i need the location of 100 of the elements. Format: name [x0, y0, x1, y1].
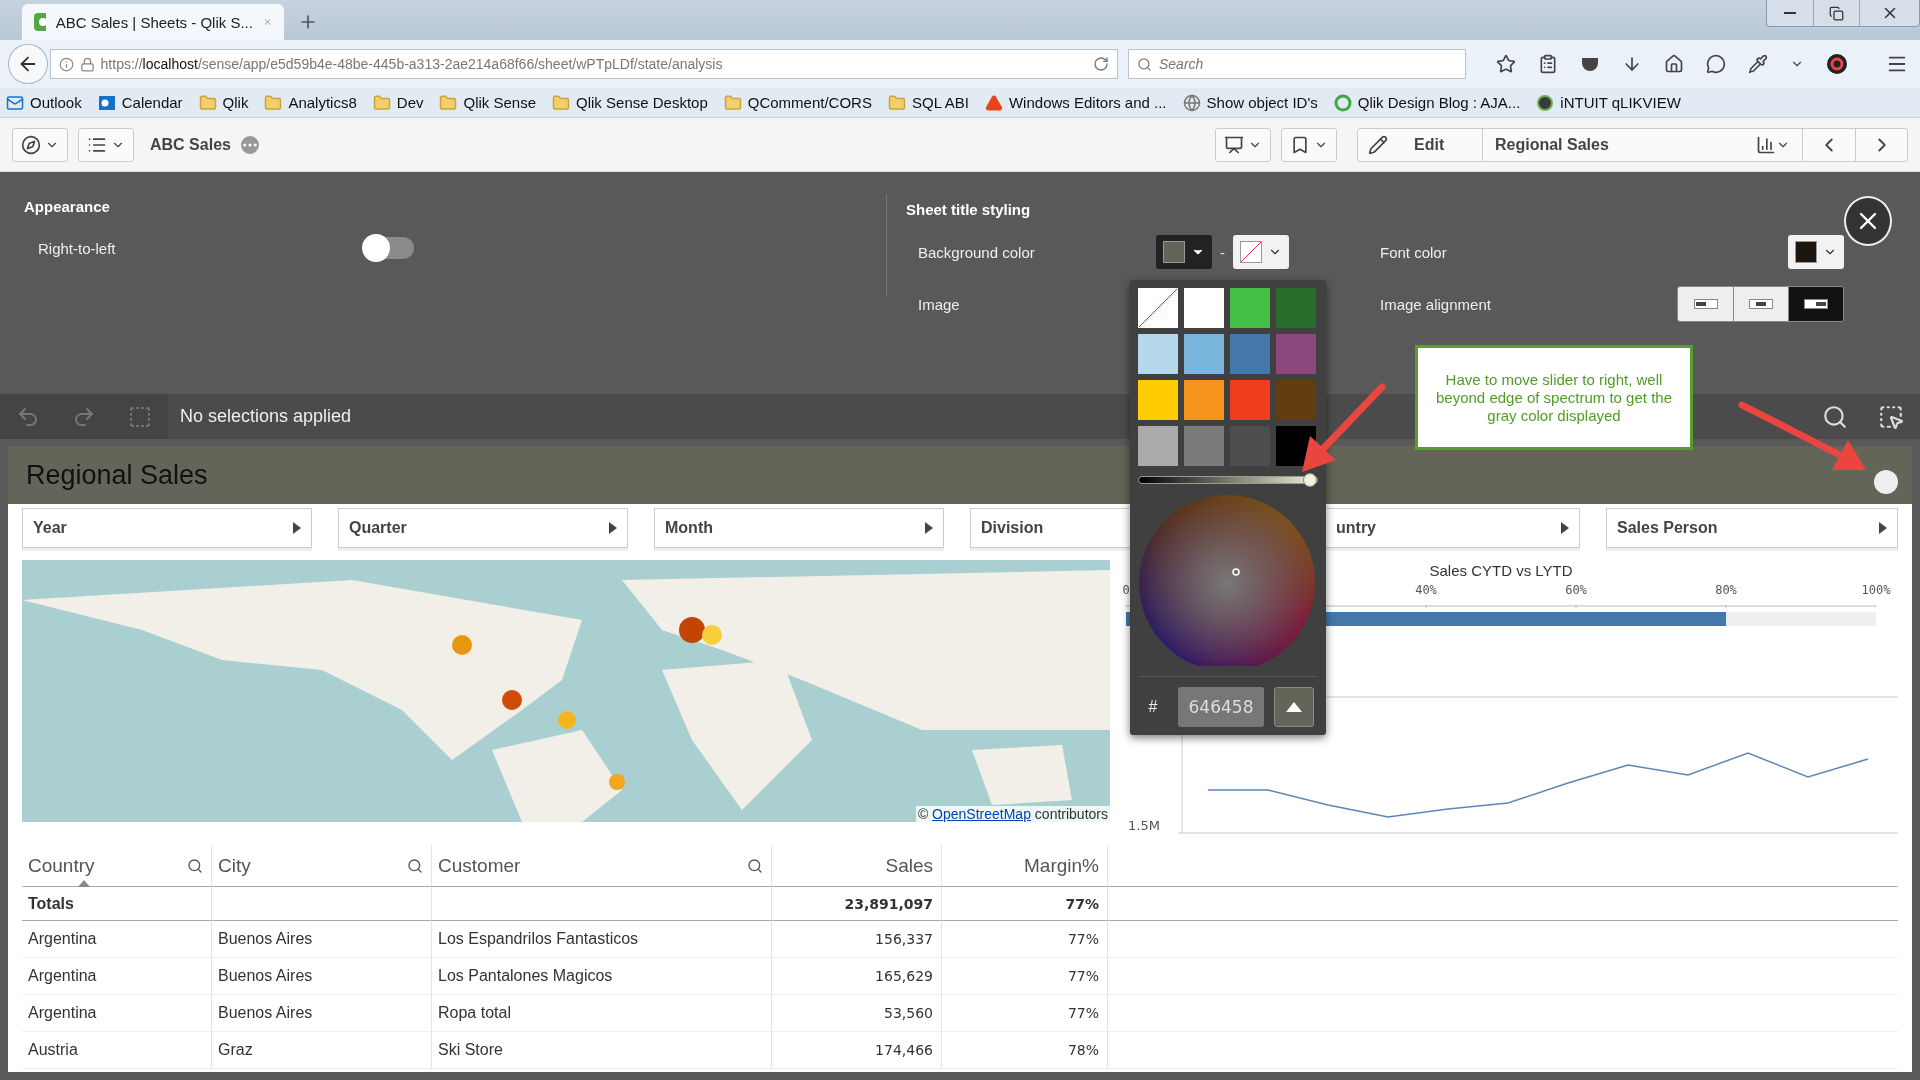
slider-thumb[interactable] — [1303, 473, 1317, 487]
expand-icon — [609, 522, 617, 534]
setting-label: Background color — [917, 243, 1036, 261]
color-swatch[interactable] — [1184, 426, 1224, 466]
more-icon[interactable] — [240, 135, 259, 154]
column-header[interactable]: Country — [22, 845, 212, 887]
mail-icon — [6, 93, 24, 112]
hash-label: # — [1147, 698, 1159, 716]
bookmark-item[interactable]: iNTUIT qLIKVIEW — [1536, 93, 1681, 112]
color-swatch[interactable] — [1138, 334, 1178, 374]
color-swatch[interactable] — [1138, 380, 1178, 420]
bookmark-button[interactable] — [1281, 127, 1337, 162]
alignment-option[interactable] — [1788, 287, 1843, 321]
chat-icon[interactable] — [1706, 54, 1726, 74]
selection-tool-icon[interactable] — [1878, 403, 1904, 430]
color-swatch[interactable] — [1184, 288, 1224, 328]
totals-cell: 23,891,097 — [772, 887, 942, 921]
bookmark-item[interactable]: Show object ID's — [1182, 93, 1318, 112]
axis-label: 0 — [1122, 583, 1130, 597]
bookmark-item[interactable]: Qlik — [198, 93, 249, 112]
color-swatch[interactable] — [1138, 426, 1178, 466]
navigation-button[interactable] — [12, 127, 68, 162]
up-arrow-icon — [1286, 702, 1302, 712]
expand-icon — [1561, 522, 1569, 534]
app-icon — [34, 13, 46, 31]
apply-button[interactable] — [1274, 687, 1314, 727]
edit-button[interactable]: Edit — [1358, 128, 1483, 161]
openstreetmap-link[interactable]: OpenStreetMap — [932, 806, 1031, 822]
color-swatch[interactable] — [1184, 380, 1224, 420]
alignment-option[interactable] — [1678, 287, 1733, 321]
folder-icon — [372, 93, 391, 112]
totals-cell: Totals — [22, 887, 212, 921]
bookmark-item[interactable]: Outlook — [6, 93, 82, 112]
color-swatch[interactable] — [1230, 334, 1270, 374]
close-button[interactable] — [1844, 196, 1892, 246]
font-color-button[interactable] — [1788, 235, 1844, 269]
background-color-button[interactable] — [1156, 235, 1212, 269]
table-cell: Los Espandrilos Fantasticos — [432, 921, 772, 958]
filter-pane[interactable]: Division — [970, 508, 1130, 548]
bookmark-item[interactable]: Dev — [372, 93, 424, 112]
filter-pane[interactable]: untry — [1326, 508, 1580, 548]
folder-icon — [723, 93, 742, 112]
color-swatch[interactable] — [1276, 334, 1316, 374]
alignment-option[interactable] — [1733, 287, 1788, 321]
sheet-title-button[interactable]: Regional Sales — [1483, 128, 1803, 161]
bookmark-item[interactable]: Qlik Design Blog : AJA... — [1333, 93, 1521, 112]
eyedropper-icon[interactable] — [1748, 54, 1768, 74]
search-icon[interactable] — [747, 857, 763, 874]
table-cell: 77% — [942, 958, 1108, 995]
back-button[interactable] — [8, 44, 48, 84]
star-icon[interactable] — [1496, 54, 1516, 74]
sheets-list-button[interactable] — [78, 127, 134, 162]
table-cell: Argentina — [22, 995, 212, 1032]
table-cell: 77% — [942, 995, 1108, 1032]
address-field[interactable]: https://localhost/sense/app/e5d59b4e-48be-445b-a313-2ae214a68f66/sheet/wPTpLDf/state/analysis — [49, 49, 1118, 79]
browser-tab[interactable]: ABC Sales | Sheets - Qlik S... — [22, 4, 284, 40]
sheet-title: Regional Sales — [26, 459, 208, 491]
bookmark-item[interactable]: Windows Editors and ... — [984, 93, 1167, 112]
filter-pane[interactable]: Sales Person — [1606, 508, 1898, 548]
bookmark-item[interactable]: Analytics8 — [264, 93, 357, 112]
bookmark-item[interactable]: QComment/CORS — [723, 93, 872, 112]
column-header[interactable]: Margin% — [942, 845, 1108, 887]
filter-pane[interactable]: Quarter — [338, 508, 628, 548]
slider-handle[interactable] — [1874, 470, 1898, 494]
color-swatch[interactable] — [1230, 288, 1270, 328]
gradient-color-button[interactable] — [1233, 235, 1289, 269]
chart-title: Sales CYTD vs LYTD — [1429, 562, 1573, 579]
search-icon[interactable] — [1822, 403, 1848, 430]
bookmark-item[interactable]: Calendar — [97, 93, 183, 112]
reload-icon[interactable] — [1093, 56, 1109, 72]
brightness-slider[interactable] — [1138, 476, 1318, 484]
color-swatch[interactable] — [1276, 288, 1316, 328]
search-icon[interactable] — [407, 857, 423, 874]
toggle-switch[interactable] — [364, 237, 414, 259]
no-color-swatch[interactable] — [1138, 288, 1178, 328]
home-icon[interactable] — [1664, 54, 1684, 74]
sort-icon — [78, 880, 90, 887]
folder-icon — [887, 93, 906, 112]
column-header[interactable]: Sales — [772, 845, 942, 887]
axis-label: 60% — [1565, 583, 1587, 597]
color-wheel-icon[interactable] — [1826, 53, 1848, 75]
table-cell: Buenos Aires — [212, 995, 432, 1032]
table-cell: 174,466 — [772, 1032, 942, 1069]
filter-pane[interactable]: Month — [654, 508, 944, 548]
bookmark-item[interactable]: Qlik Sense — [439, 93, 537, 112]
bookmark-item[interactable]: SQL ABI — [887, 93, 969, 112]
column-header[interactable]: Customer — [432, 845, 772, 887]
color-swatch[interactable] — [1184, 334, 1224, 374]
bookmark-item[interactable]: Qlik Sense Desktop — [552, 93, 708, 112]
search-field[interactable]: Search — [1128, 49, 1466, 79]
calendar-icon — [97, 93, 116, 112]
no-color-icon — [1240, 241, 1262, 263]
reading-list-icon[interactable] — [1538, 54, 1558, 74]
color-swatch[interactable] — [1230, 380, 1270, 420]
present-button[interactable] — [1215, 127, 1271, 162]
search-icon[interactable] — [187, 857, 203, 874]
expand-icon — [925, 522, 933, 534]
filter-pane[interactable]: Year — [22, 508, 312, 548]
column-header[interactable]: City — [212, 845, 432, 887]
color-swatch[interactable] — [1276, 380, 1316, 420]
